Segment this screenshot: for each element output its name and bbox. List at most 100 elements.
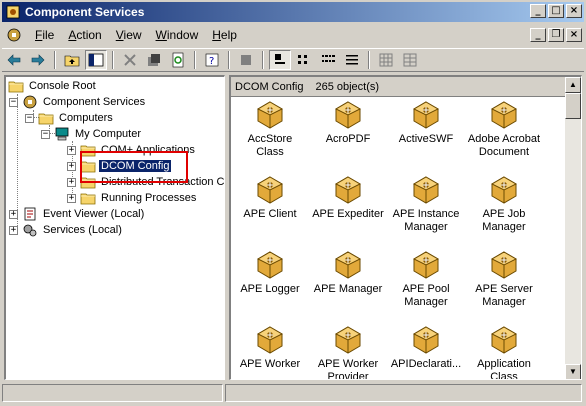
object-label: APE Expediter: [312, 208, 384, 220]
mdi-close-button[interactable]: ×: [566, 28, 582, 42]
tree-node-label: My Computer: [75, 128, 142, 140]
pane-header-title: DCOM Config: [235, 80, 304, 93]
component-package-icon: [332, 324, 364, 356]
scroll-up-button[interactable]: ▲: [565, 77, 581, 93]
menu-window[interactable]: Window: [149, 28, 206, 42]
expand-expander[interactable]: +: [67, 177, 76, 187]
console-tree-pane[interactable]: Console Root − Component Services − Comp…: [4, 75, 225, 380]
help-button[interactable]: ?: [201, 50, 223, 70]
maximize-button[interactable]: □: [548, 4, 564, 18]
menu-action[interactable]: Action: [61, 28, 108, 42]
component-package-icon: [410, 99, 442, 131]
up-one-level-button[interactable]: [61, 50, 83, 70]
large-icons-button[interactable]: [269, 50, 291, 70]
expand-expander[interactable]: +: [9, 209, 18, 219]
component-package-icon: [332, 249, 364, 281]
list-icon: [322, 55, 335, 62]
dcom-object-item[interactable]: ActiveSWF: [387, 99, 465, 146]
tree-node-my-computer[interactable]: − My Computer: [41, 126, 143, 142]
console-icon[interactable]: [6, 27, 22, 43]
dcom-object-item[interactable]: AcroPDF: [309, 99, 387, 146]
tree-node-computers[interactable]: − Computers: [25, 110, 115, 126]
refresh-button[interactable]: [167, 50, 189, 70]
scroll-down-button[interactable]: ▼: [565, 364, 581, 379]
tree-node-label: Computers: [59, 112, 113, 124]
dcom-object-item[interactable]: APE Logger: [231, 249, 309, 296]
object-label: APE Worker: [317, 358, 379, 370]
details-pane[interactable]: DCOM Config 265 object(s) AccStore Class …: [229, 75, 582, 380]
component-services-icon: [6, 5, 20, 19]
object-label: Provider: [327, 371, 369, 380]
view-options-button-2[interactable]: [399, 50, 421, 70]
console-tree-icon: [88, 53, 104, 67]
tree-node-running-processes[interactable]: + Running Processes: [67, 190, 198, 206]
object-label: Adobe Acrobat: [467, 133, 541, 145]
large-icons-icon: [275, 54, 285, 64]
properties-button[interactable]: [143, 50, 165, 70]
component-services-icon: [23, 95, 37, 109]
vertical-scrollbar[interactable]: ▲ ▼: [565, 77, 581, 379]
mdi-restore-button[interactable]: ❐: [548, 28, 564, 42]
expand-expander[interactable]: +: [67, 145, 76, 155]
object-label: APE Client: [243, 208, 297, 220]
status-cell: [225, 384, 582, 402]
menu-help[interactable]: Help: [205, 28, 244, 42]
menu-file[interactable]: File: [28, 28, 61, 42]
menu-view[interactable]: View: [109, 28, 149, 42]
dcom-object-item[interactable]: APE Instance Manager: [387, 174, 465, 234]
tree-node-services[interactable]: + Services (Local): [9, 222, 124, 238]
new-window-button[interactable]: [235, 50, 257, 70]
expand-expander[interactable]: +: [67, 161, 76, 171]
tree-node-console-root[interactable]: Console Root: [8, 78, 98, 94]
collapse-expander[interactable]: −: [9, 97, 18, 107]
dcom-object-item[interactable]: APE Server Manager: [465, 249, 543, 309]
dcom-object-item[interactable]: Adobe Acrobat Document: [465, 99, 543, 159]
small-icons-button[interactable]: [293, 50, 315, 70]
refresh-icon: [172, 52, 184, 68]
dcom-object-item[interactable]: APIDeclarati...: [387, 324, 465, 371]
dcom-object-item[interactable]: APE Worker: [231, 324, 309, 371]
delete-button[interactable]: [119, 50, 141, 70]
object-icon-grid: AccStore Class AcroPDF ActiveSWF Adobe Ac…: [231, 99, 564, 380]
grid-view-icon: [379, 53, 393, 67]
back-button[interactable]: [3, 50, 25, 70]
show-hide-tree-button[interactable]: [85, 50, 107, 70]
close-button[interactable]: ×: [566, 4, 582, 18]
dcom-object-item[interactable]: APE Job Manager: [465, 174, 543, 234]
details-view-button[interactable]: [341, 50, 363, 70]
grid-view-icon: [403, 53, 417, 67]
toolbar: ?: [2, 48, 584, 72]
dcom-object-item[interactable]: APE Pool Manager: [387, 249, 465, 309]
dcom-object-item[interactable]: APE Client: [231, 174, 309, 221]
dcom-object-item[interactable]: AccStore Class: [231, 99, 309, 159]
forward-button[interactable]: [27, 50, 49, 70]
up-folder-icon: [64, 55, 80, 67]
tree-node-event-viewer[interactable]: + Event Viewer (Local): [9, 206, 146, 222]
window-title: Component Services: [25, 5, 145, 19]
dcom-object-item[interactable]: Application Class: [465, 324, 543, 379]
folder-icon: [8, 78, 24, 94]
object-label: AcroPDF: [325, 133, 371, 145]
expand-expander[interactable]: +: [9, 225, 18, 235]
object-label: APE Logger: [240, 283, 300, 295]
list-view-button[interactable]: [317, 50, 339, 70]
svg-text:?: ?: [209, 56, 214, 67]
title-bar[interactable]: Component Services _ □ ×: [2, 2, 584, 22]
dcom-object-item[interactable]: APE Manager: [309, 249, 387, 296]
dcom-object-item[interactable]: APE Worker Provider: [309, 324, 387, 380]
object-label: AccStore: [247, 133, 293, 145]
view-options-button-1[interactable]: [375, 50, 397, 70]
object-label: APIDeclarati...: [390, 358, 462, 370]
mdi-minimize-button[interactable]: _: [530, 28, 546, 42]
object-label: Class: [256, 146, 284, 158]
folder-icon: [80, 190, 96, 206]
collapse-expander[interactable]: −: [41, 129, 50, 139]
scroll-thumb[interactable]: [565, 93, 581, 119]
minimize-button[interactable]: _: [530, 4, 546, 18]
component-services-window: Component Services _ □ × File Action Vie…: [0, 0, 586, 406]
dcom-object-item[interactable]: APE Expediter: [309, 174, 387, 221]
tree-node-component-services[interactable]: − Component Services: [9, 94, 147, 110]
collapse-expander[interactable]: −: [25, 113, 34, 123]
expand-expander[interactable]: +: [67, 193, 76, 203]
computer-icon: [55, 127, 69, 141]
